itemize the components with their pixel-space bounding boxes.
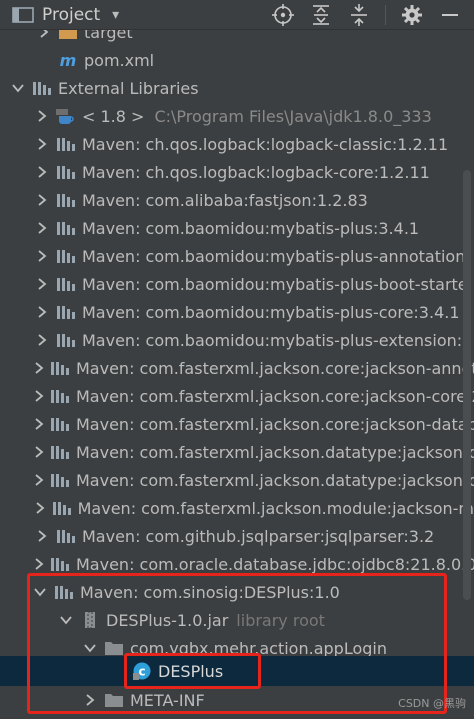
jdk-icon bbox=[56, 107, 76, 125]
tree-node-maven-library[interactable]: Maven: com.fasterxml.jackson.core:jackso… bbox=[0, 410, 474, 438]
library-icon bbox=[50, 359, 70, 377]
library-icon bbox=[56, 303, 76, 321]
chevron-right-icon[interactable] bbox=[34, 528, 50, 544]
chevron-right-icon[interactable] bbox=[82, 692, 98, 708]
chevron-right-icon[interactable] bbox=[34, 220, 50, 236]
watermark: CSDN @黑驹 bbox=[398, 697, 466, 710]
class-icon: c bbox=[132, 662, 152, 680]
project-view-icon[interactable] bbox=[12, 6, 34, 24]
scrollbar-thumb[interactable] bbox=[463, 170, 471, 600]
chevron-right-icon[interactable] bbox=[34, 444, 44, 460]
library-icon bbox=[50, 471, 70, 489]
library-icon bbox=[56, 331, 76, 349]
gear-icon[interactable] bbox=[398, 2, 426, 28]
folder-icon bbox=[58, 30, 78, 41]
collapse-all-icon[interactable] bbox=[345, 2, 373, 28]
library-icon bbox=[50, 443, 70, 461]
tree-node-maven-library[interactable]: Maven: com.github.jsqlparser:jsqlparser:… bbox=[0, 522, 474, 550]
tree-node-maven-library[interactable]: Maven: com.fasterxml.jackson.datatype:ja… bbox=[0, 438, 474, 466]
chevron-down-icon[interactable]: ▾ bbox=[112, 7, 119, 23]
chevron-right-icon[interactable] bbox=[34, 332, 50, 348]
library-icon bbox=[54, 583, 74, 601]
chevron-right-icon[interactable] bbox=[34, 136, 50, 152]
tree-node-jdk[interactable]: < 1.8 > C:\Program Files\Java\jdk1.8.0_3… bbox=[0, 102, 474, 130]
tree-node-maven-library[interactable]: Maven: com.baomidou:mybatis-plus-boot-st… bbox=[0, 270, 474, 298]
chevron-right-icon[interactable] bbox=[34, 360, 44, 376]
expand-all-icon[interactable] bbox=[307, 2, 335, 28]
tree-node-maven-desplus[interactable]: Maven: com.sinosig:DESPlus:1.0 bbox=[0, 578, 474, 606]
chevron-right-icon[interactable] bbox=[34, 276, 50, 292]
project-title[interactable]: Project bbox=[42, 5, 100, 25]
locate-icon[interactable] bbox=[269, 2, 297, 28]
library-icon bbox=[56, 163, 76, 181]
svg-text:c: c bbox=[138, 665, 145, 679]
library-icon bbox=[50, 415, 70, 433]
chevron-right-icon[interactable] bbox=[34, 416, 44, 432]
tree-node-maven-library[interactable]: Maven: com.alibaba:fastjson:1.2.83 bbox=[0, 186, 474, 214]
library-icon bbox=[50, 555, 70, 573]
chevron-right-icon[interactable] bbox=[34, 556, 44, 572]
library-icon bbox=[56, 275, 76, 293]
tree-node-maven-library[interactable]: Maven: com.baomidou:mybatis-plus-core:3.… bbox=[0, 298, 474, 326]
toolbar-divider bbox=[385, 4, 386, 25]
chevron-down-icon[interactable] bbox=[32, 584, 48, 600]
tree-node-maven-library[interactable]: Maven: com.fasterxml.jackson.core:jackso… bbox=[0, 354, 474, 382]
tree-node-maven-library[interactable]: Maven: ch.qos.logback:logback-classic:1.… bbox=[0, 130, 474, 158]
chevron-right-icon[interactable] bbox=[34, 472, 44, 488]
chevron-right-icon[interactable] bbox=[34, 248, 50, 264]
tree-node-maven-library[interactable]: Maven: com.fasterxml.jackson.datatype:ja… bbox=[0, 466, 474, 494]
tree-node-pom-xml[interactable]: m pom.xml bbox=[0, 46, 474, 74]
tree-node-external-libraries[interactable]: External Libraries bbox=[0, 74, 474, 102]
chevron-right-icon[interactable] bbox=[34, 500, 46, 516]
tree-node-maven-library[interactable]: Maven: com.baomidou:mybatis-plus:3.4.1 bbox=[0, 214, 474, 242]
chevron-right-icon[interactable] bbox=[34, 164, 50, 180]
chevron-down-icon[interactable] bbox=[82, 640, 98, 656]
tree-node-maven-library[interactable]: Maven: com.baomidou:mybatis-plus-extensi… bbox=[0, 326, 474, 354]
chevron-right-icon[interactable] bbox=[34, 388, 44, 404]
tree-node-maven-library[interactable]: Maven: com.oracle.database.jdbc:ojdbc8:2… bbox=[0, 550, 474, 578]
folder-icon bbox=[104, 639, 124, 657]
chevron-right-icon[interactable] bbox=[34, 304, 50, 320]
hide-icon[interactable] bbox=[436, 2, 464, 28]
maven-file-icon: m bbox=[59, 50, 77, 70]
library-icon bbox=[56, 191, 76, 209]
folder-icon bbox=[104, 691, 124, 709]
tree-node-target[interactable]: target bbox=[0, 30, 474, 46]
library-icon bbox=[52, 499, 72, 517]
jar-icon bbox=[80, 611, 100, 629]
chevron-down-icon[interactable] bbox=[58, 612, 74, 628]
library-icon bbox=[56, 247, 76, 265]
tree-node-desplus-class[interactable]: c DESPlus bbox=[0, 656, 474, 686]
tree-node-maven-library[interactable]: Maven: com.fasterxml.jackson.module:jack… bbox=[0, 494, 474, 522]
library-icon bbox=[50, 387, 70, 405]
chevron-right-icon[interactable] bbox=[34, 192, 50, 208]
tree-node-maven-library[interactable]: Maven: com.baomidou:mybatis-plus-annotat… bbox=[0, 242, 474, 270]
project-toolbar: Project ▾ bbox=[0, 0, 474, 30]
chevron-right-icon[interactable] bbox=[34, 108, 50, 124]
tree-node-maven-library[interactable]: Maven: com.fasterxml.jackson.core:jackso… bbox=[0, 382, 474, 410]
library-icon bbox=[56, 219, 76, 237]
tree-node-desplus-jar[interactable]: DESPlus-1.0.jar library root bbox=[0, 606, 474, 634]
tree-node-maven-library[interactable]: Maven: ch.qos.logback:logback-core:1.2.1… bbox=[0, 158, 474, 186]
scrollbar[interactable] bbox=[460, 30, 474, 719]
chevron-down-icon[interactable] bbox=[10, 80, 26, 96]
library-icon bbox=[56, 135, 76, 153]
project-tree: target m pom.xml External Libraries < 1.… bbox=[0, 30, 474, 719]
library-icon bbox=[32, 79, 52, 97]
library-icon bbox=[56, 527, 76, 545]
chevron-right-icon[interactable] bbox=[36, 30, 52, 40]
